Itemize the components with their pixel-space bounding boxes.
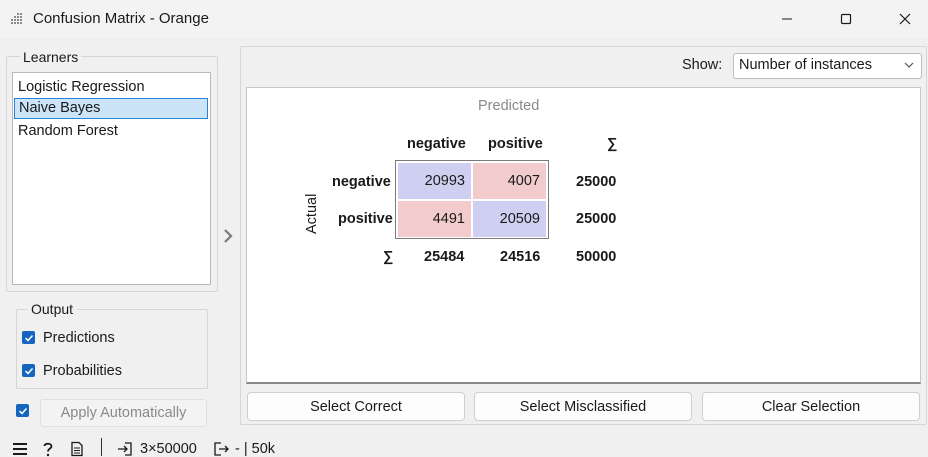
column-header-negative: negative [407, 136, 466, 152]
apply-automatically-checkbox[interactable] [16, 404, 29, 417]
column-total-positive: 24516 [500, 249, 541, 265]
chevron-down-icon [904, 62, 914, 68]
matrix-cell-negative-positive[interactable]: 4007 [473, 163, 546, 199]
probabilities-checkbox[interactable] [22, 364, 35, 377]
probabilities-label[interactable]: Probabilities [43, 363, 122, 379]
show-dropdown[interactable]: Number of instances [733, 53, 922, 79]
show-label: Show: [682, 57, 723, 73]
matrix-cell-positive-negative[interactable]: 4491 [398, 201, 471, 237]
minimize-icon [782, 18, 792, 20]
matrix-cell-negative-negative[interactable]: 20993 [398, 163, 471, 199]
learner-item-logistic-regression[interactable]: Logistic Regression [14, 77, 208, 98]
learners-title: Learners [20, 49, 82, 65]
confusion-matrix-view [246, 87, 921, 384]
row-total-positive: 25000 [576, 211, 617, 227]
maximize-icon [840, 13, 852, 25]
close-button[interactable] [882, 0, 928, 38]
status-output-summary: - | 50k [235, 441, 276, 457]
predictions-checkbox[interactable] [22, 331, 35, 344]
actual-axis-label: Actual [304, 193, 320, 234]
help-icon[interactable] [40, 441, 56, 457]
status-divider [101, 438, 102, 456]
report-icon[interactable] [69, 441, 85, 457]
checkmark-icon [24, 367, 33, 375]
grand-total: 50000 [576, 249, 617, 265]
column-total-negative: 25484 [424, 249, 465, 265]
column-header-positive: positive [488, 136, 543, 152]
clear-selection-button[interactable]: Clear Selection [702, 392, 920, 421]
output-title: Output [27, 301, 78, 317]
row-total-negative: 25000 [576, 174, 617, 190]
apply-automatically-button[interactable]: Apply Automatically [40, 399, 207, 427]
minimize-button[interactable] [764, 0, 810, 38]
status-input-summary: 3×50000 [140, 441, 197, 457]
select-correct-button[interactable]: Select Correct [247, 392, 465, 421]
select-misclassified-button[interactable]: Select Misclassified [474, 392, 692, 421]
chevron-right-icon [224, 229, 233, 243]
menu-icon[interactable] [12, 441, 28, 457]
maximize-button[interactable] [823, 0, 869, 38]
checkmark-icon [18, 407, 27, 415]
collapse-panel-handle[interactable] [218, 222, 238, 250]
column-header-sum: ∑ [607, 136, 618, 152]
orange-app-icon [8, 11, 24, 27]
learner-item-naive-bayes[interactable]: Naive Bayes [14, 98, 208, 119]
window-title: Confusion Matrix - Orange [33, 10, 209, 27]
predictions-label[interactable]: Predictions [43, 330, 115, 346]
row-header-positive: positive [338, 211, 393, 227]
learners-list[interactable]: Logistic Regression Naive Bayes Random F… [12, 72, 211, 285]
row-header-negative: negative [332, 174, 391, 190]
predicted-axis-label: Predicted [478, 98, 540, 114]
row-header-sum: ∑ [383, 249, 394, 265]
input-data-icon [118, 442, 132, 456]
learner-item-random-forest[interactable]: Random Forest [14, 121, 208, 142]
checkmark-icon [24, 334, 33, 342]
close-icon [899, 13, 911, 25]
matrix-cell-positive-positive[interactable]: 20509 [473, 201, 546, 237]
show-dropdown-value: Number of instances [739, 57, 872, 73]
output-data-icon [214, 442, 229, 456]
